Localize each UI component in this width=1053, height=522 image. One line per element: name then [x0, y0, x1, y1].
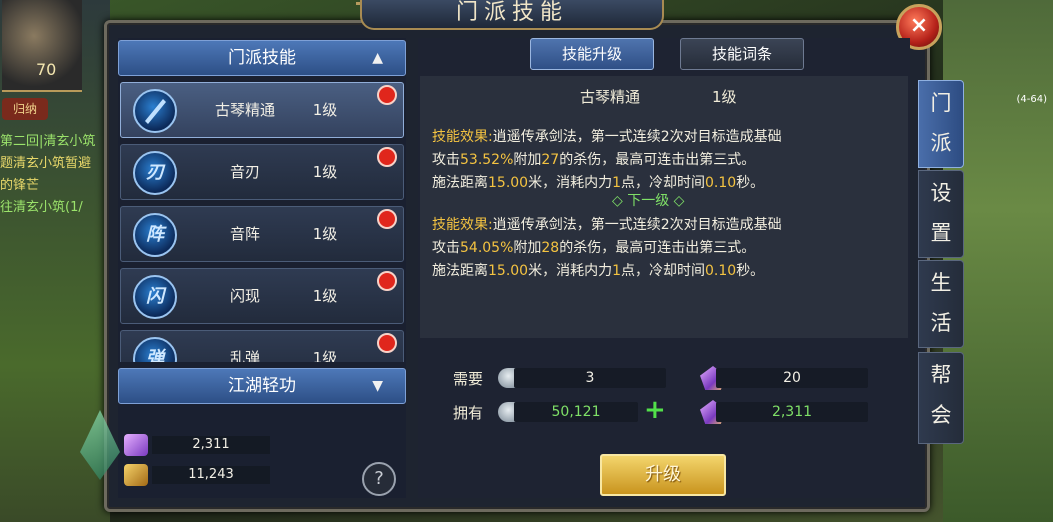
side-tab-label: 门派	[930, 91, 952, 155]
next-effect-line-2: 攻击54.05%附加28的杀伤，最高可连击出第三式。	[432, 240, 756, 256]
skill-item[interactable]: 阵 音阵 1级	[120, 206, 404, 262]
chevron-up-icon: ▲	[372, 50, 383, 66]
quest-line[interactable]: 往清玄小筑(1/	[0, 196, 83, 215]
need-crystal-value: 20	[716, 368, 868, 388]
notification-dot-icon	[377, 333, 397, 353]
current-effect-line-1: 技能效果:逍遥传承剑法，第一式连续2次对目标造成基础	[432, 129, 782, 145]
detail-skill-name: 古琴精通	[580, 88, 641, 106]
resource-value: 2,311	[152, 436, 270, 454]
chevron-down-icon: ▼	[372, 378, 383, 394]
gold-ore-icon	[124, 464, 148, 486]
skill-item[interactable]: 古琴精通 1级	[120, 82, 404, 138]
current-effect-line-3: 施法距离15.00米，消耗内力1点，冷却时间0.10秒。	[432, 175, 765, 191]
add-ore-button[interactable]: +	[644, 397, 666, 423]
side-tab-life[interactable]: 生活	[918, 260, 964, 348]
category-sect-skills[interactable]: 门派技能 ▲	[118, 40, 406, 76]
resource-gold: 11,243	[124, 464, 270, 486]
notification-dot-icon	[377, 209, 397, 229]
next-effect-line-3: 施法距离15.00米，消耗内力1点，冷却时间0.10秒。	[432, 263, 765, 279]
side-tab-label: 生活	[930, 271, 952, 335]
notification-dot-icon	[377, 271, 397, 291]
window-title: 门派技能	[455, 0, 568, 25]
need-ore-value: 3	[514, 368, 666, 388]
map-coordinates: (4-64)	[1016, 94, 1048, 105]
need-label: 需要	[453, 370, 484, 388]
side-tab-label: 设置	[930, 181, 952, 245]
skill-item[interactable]: 刃 音刃 1级	[120, 144, 404, 200]
upgrade-button[interactable]: 升级	[600, 454, 726, 496]
tab-skill-upgrade[interactable]: 技能升级	[530, 38, 654, 70]
pluck-skill-icon: 弹	[133, 337, 177, 362]
category-label: 门派技能	[228, 48, 296, 68]
skill-name: 古琴精通	[214, 101, 275, 119]
side-tab-sect[interactable]: 门派	[918, 80, 964, 168]
help-button[interactable]: ?	[362, 462, 396, 496]
have-crystal-value: 2,311	[716, 402, 868, 422]
skill-name: 音刃	[229, 163, 260, 181]
player-level: 70	[36, 60, 57, 79]
next-level-divider: ◇ 下一级 ◇	[612, 193, 685, 209]
hud-button[interactable]: 归纳	[2, 98, 48, 120]
quest-line[interactable]: 题清玄小筑暂避	[0, 152, 91, 171]
skill-level: 1级	[312, 225, 338, 243]
skill-level: 1级	[312, 101, 338, 119]
skill-level: 1级	[312, 287, 338, 305]
skill-name: 闪现	[229, 287, 260, 305]
side-tab-label: 帮会	[930, 363, 952, 427]
skill-name: 音阵	[229, 225, 260, 243]
detail-skill-level: 1级	[712, 88, 737, 106]
side-tab-settings[interactable]: 设置	[918, 170, 964, 258]
notification-dot-icon	[377, 147, 397, 167]
current-effect-line-2: 攻击53.52%附加27的杀伤，最高可连击出第三式。	[432, 152, 756, 168]
sword-skill-icon	[133, 89, 177, 133]
flash-skill-icon: 闪	[133, 275, 177, 319]
category-qinggong[interactable]: 江湖轻功 ▼	[118, 368, 406, 404]
resource-crystal: 2,311	[124, 434, 270, 456]
window-title-bar: 门派技能	[360, 0, 664, 30]
blade-skill-icon: 刃	[133, 151, 177, 195]
skill-name: 乱弹	[229, 349, 260, 362]
resource-value: 11,243	[152, 466, 270, 484]
category-label: 江湖轻功	[228, 376, 296, 396]
notification-dot-icon	[377, 85, 397, 105]
quest-line[interactable]: 第二回|清玄小筑	[0, 130, 95, 149]
next-effect-line-1: 技能效果:逍遥传承剑法，第一式连续2次对目标造成基础	[432, 217, 782, 233]
array-skill-icon: 阵	[133, 213, 177, 257]
skill-level: 1级	[312, 163, 338, 181]
skill-item[interactable]: 闪 闪现 1级	[120, 268, 404, 324]
skill-level: 1级	[312, 349, 338, 362]
tab-skill-entry[interactable]: 技能词条	[680, 38, 804, 70]
have-ore-value: 50,121	[514, 402, 638, 422]
crystal-icon	[124, 434, 148, 456]
skill-item[interactable]: 弹 乱弹 1级	[120, 330, 404, 362]
skill-list[interactable]: 古琴精通 1级 刃 音刃 1级 阵 音阵 1级 闪 闪现 1级 弹 乱弹 1级	[118, 82, 406, 362]
quest-line[interactable]: 的锋芒	[0, 174, 39, 193]
side-tab-guild[interactable]: 帮会	[918, 352, 964, 444]
have-label: 拥有	[453, 404, 484, 422]
